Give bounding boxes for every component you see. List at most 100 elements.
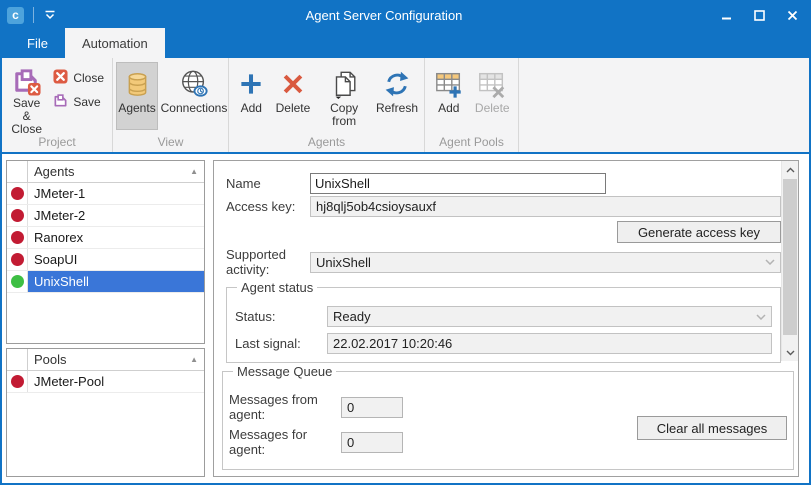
messages-from-field: 0 <box>341 397 403 418</box>
agent-row-ranorex[interactable]: Ranorex <box>7 227 204 249</box>
main-content: Agents ▲ JMeter-1 JMeter-2 Ranorex <box>2 154 809 483</box>
ribbon-group-agent-pools: Add Delete Agent Pools <box>425 58 519 152</box>
view-agents-label: Agents <box>118 102 155 115</box>
access-key-value: hj8qlj5ob4csioysauxf <box>316 199 436 214</box>
agent-name[interactable]: JMeter-2 <box>28 205 204 226</box>
pool-delete-label: Delete <box>475 102 510 115</box>
tab-automation[interactable]: Automation <box>65 28 165 58</box>
refresh-icon <box>383 66 411 102</box>
agent-row-unixshell-selected[interactable]: UnixShell <box>7 271 204 293</box>
ribbon-group-label-view: View <box>113 134 228 152</box>
agent-add-button[interactable]: Add <box>232 62 271 130</box>
scroll-up-icon <box>786 167 795 173</box>
last-signal-value: 22.02.2017 10:20:46 <box>333 336 452 351</box>
agent-delete-label: Delete <box>276 102 311 115</box>
close-project-label: Close <box>73 71 104 85</box>
pool-add-table-icon <box>434 66 464 102</box>
supported-activity-value: UnixShell <box>316 255 371 270</box>
save-label: Save <box>73 95 100 109</box>
close-project-button[interactable]: Close <box>48 66 109 90</box>
status-dot-offline <box>11 187 24 200</box>
app-icon[interactable]: c <box>7 7 24 24</box>
maximize-icon <box>754 10 765 21</box>
ribbon-group-label-agent-pools: Agent Pools <box>425 134 518 152</box>
maximize-button[interactable] <box>743 2 776 28</box>
access-key-field: hj8qlj5ob4csioysauxf <box>310 196 781 217</box>
pool-delete-button: Delete <box>470 62 515 130</box>
supported-activity-row: Supported activity: UnixShell <box>226 247 781 277</box>
copy-from-button[interactable]: Copy from <box>315 62 373 130</box>
chevron-down-icon <box>751 308 770 325</box>
close-window-button[interactable] <box>776 2 809 28</box>
ribbon-spacer <box>519 58 809 152</box>
scroll-up-button[interactable] <box>782 161 798 178</box>
save-and-close-icon <box>11 66 42 97</box>
close-icon <box>787 10 798 21</box>
messages-for-label: Messages for agent: <box>229 427 341 457</box>
agents-database-icon <box>123 66 152 102</box>
save-and-close-button[interactable]: Save & Close <box>5 62 48 130</box>
quick-access-chevron-icon[interactable] <box>42 8 58 22</box>
scroll-down-button[interactable] <box>782 344 798 361</box>
name-input[interactable] <box>310 173 606 194</box>
pools-list-header[interactable]: Pools ▲ <box>7 349 204 371</box>
agents-column-header[interactable]: Agents <box>28 164 190 179</box>
tab-file[interactable]: File <box>10 28 65 58</box>
status-value: Ready <box>333 309 371 324</box>
vertical-scrollbar[interactable] <box>781 161 798 361</box>
detail-scroll-region: Name Access key: hj8qlj5ob4csioysauxf Ge… <box>214 161 798 361</box>
view-connections-button[interactable]: Connections <box>158 62 230 130</box>
scroll-down-icon <box>786 350 795 356</box>
agent-name[interactable]: Ranorex <box>28 227 204 248</box>
agents-list-header[interactable]: Agents ▲ <box>7 161 204 183</box>
copy-from-icon <box>329 66 359 102</box>
agent-status-title: Agent status <box>237 280 317 295</box>
pool-add-button[interactable]: Add <box>428 62 470 130</box>
pools-column-header[interactable]: Pools <box>28 352 190 367</box>
agent-add-label: Add <box>241 102 262 115</box>
clear-all-messages-button[interactable]: Clear all messages <box>637 416 787 440</box>
pools-list: Pools ▲ JMeter-Pool <box>6 348 205 477</box>
agent-row-jmeter-2[interactable]: JMeter-2 <box>7 205 204 227</box>
message-queue-area: Message Queue Messages from agent: 0 Mes… <box>214 361 798 476</box>
minimize-button[interactable] <box>710 2 743 28</box>
agents-list: Agents ▲ JMeter-1 JMeter-2 Ranorex <box>6 160 205 344</box>
name-label: Name <box>226 176 310 191</box>
status-dot-offline <box>11 253 24 266</box>
agent-delete-button[interactable]: Delete <box>271 62 316 130</box>
agent-row-soapui[interactable]: SoapUI <box>7 249 204 271</box>
ribbon-tabs: File Automation <box>2 28 809 58</box>
ribbon-group-agents: Add Delete <box>229 58 425 152</box>
refresh-button[interactable]: Refresh <box>373 62 421 130</box>
pool-add-label: Add <box>438 102 459 115</box>
sort-ascending-icon: ▲ <box>190 355 204 364</box>
supported-activity-label: Supported activity: <box>226 247 310 277</box>
app-window: c Agent Server Configuration File Automa… <box>0 0 811 485</box>
pool-name[interactable]: JMeter-Pool <box>28 371 204 392</box>
status-dot-online <box>11 275 24 288</box>
ribbon-group-label-agents: Agents <box>229 134 424 152</box>
close-project-icon <box>53 69 68 87</box>
ribbon: Save & Close Close Save <box>2 58 809 154</box>
status-dot-offline <box>11 375 24 388</box>
ribbon-group-label-project: Project <box>2 134 112 152</box>
agent-name[interactable]: JMeter-1 <box>28 183 204 204</box>
chevron-down-icon <box>760 254 779 271</box>
access-key-label: Access key: <box>226 199 310 214</box>
pool-row-jmeter-pool[interactable]: JMeter-Pool <box>7 371 204 393</box>
status-column-header <box>7 161 28 182</box>
view-agents-button[interactable]: Agents <box>116 62 158 130</box>
agent-row-jmeter-1[interactable]: JMeter-1 <box>7 183 204 205</box>
generate-access-key-button[interactable]: Generate access key <box>617 221 781 243</box>
scrollbar-thumb[interactable] <box>783 179 797 335</box>
name-row: Name <box>226 173 781 194</box>
save-button[interactable]: Save <box>48 90 109 114</box>
supported-activity-select[interactable]: UnixShell <box>310 252 781 273</box>
titlebar-separator <box>33 7 34 23</box>
status-select[interactable]: Ready <box>327 306 772 327</box>
save-icon <box>53 93 68 111</box>
agent-name[interactable]: SoapUI <box>28 249 204 270</box>
pool-delete-table-icon <box>477 66 507 102</box>
agent-name[interactable]: UnixShell <box>28 271 204 292</box>
messages-for-field: 0 <box>341 432 403 453</box>
